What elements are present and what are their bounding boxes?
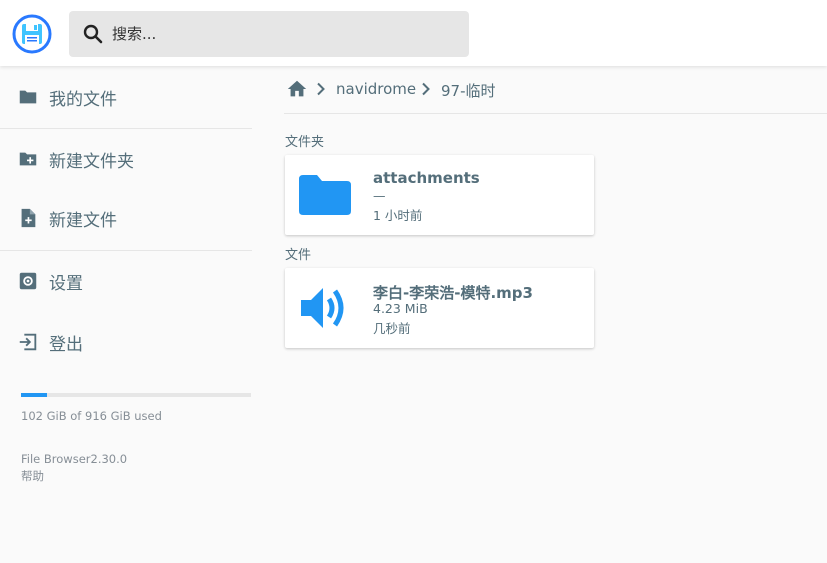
sidebar-item-new-folder[interactable]: 新建文件夹 [0,134,252,184]
folder-icon [297,169,353,221]
sidebar-item-my-files[interactable]: 我的文件 [0,72,252,122]
breadcrumb-item[interactable]: 97-临时 [441,80,496,101]
sidebar-item-new-file[interactable]: 新建文件 [0,193,252,243]
folders-section-title: 文件夹 [285,135,325,150]
breadcrumb-item[interactable]: navidrome [336,80,416,98]
item-size: 4.23 MiB [373,301,428,316]
item-name: 李白-李荣浩-模特.mp3 [373,284,533,302]
search-bar[interactable] [69,11,469,57]
folder-item[interactable]: attachments — 1 小时前 [285,155,594,235]
files-section-title: 文件 [285,248,312,263]
storage-usage-fill [21,393,47,397]
search-input[interactable] [112,11,469,57]
divider [0,250,252,251]
item-name: attachments [373,169,480,187]
divider [0,128,252,129]
sidebar-item-label: 设置 [49,273,83,294]
help-link[interactable]: 帮助 [21,468,44,484]
item-size: — [373,188,386,203]
sidebar-item-label: 登出 [49,334,83,355]
header [0,0,827,66]
sidebar: 我的文件 新建文件夹 新建文件 设置 登出 102 GiB of 916 GiB… [0,66,252,563]
file-item[interactable]: 李白-李荣浩-模特.mp3 4.23 MiB 几秒前 [285,268,594,348]
note-add-icon [16,206,40,230]
sidebar-item-logout[interactable]: 登出 [0,317,252,367]
sidebar-item-label: 新建文件夹 [49,151,134,172]
search-icon[interactable] [81,22,105,46]
chevron-right-icon [313,81,329,97]
home-icon[interactable] [286,78,308,100]
storage-usage-bar [21,393,251,397]
create-folder-icon [16,147,40,171]
sidebar-item-label: 我的文件 [49,89,117,110]
floppy-disk-icon[interactable] [12,14,52,54]
sidebar-item-label: 新建文件 [49,210,117,231]
folder-icon [16,85,40,109]
volume-up-icon [297,282,353,334]
version-text: File Browser2.30.0 [21,452,128,466]
chevron-right-icon [418,81,434,97]
item-modified: 1 小时前 [373,208,423,223]
sidebar-item-settings[interactable]: 设置 [0,256,252,306]
item-modified: 几秒前 [373,321,411,336]
settings-icon [16,269,40,293]
exit-icon [16,330,40,354]
storage-usage-text: 102 GiB of 916 GiB used [21,409,162,423]
breadcrumb: navidrome 97-临时 [284,66,827,114]
